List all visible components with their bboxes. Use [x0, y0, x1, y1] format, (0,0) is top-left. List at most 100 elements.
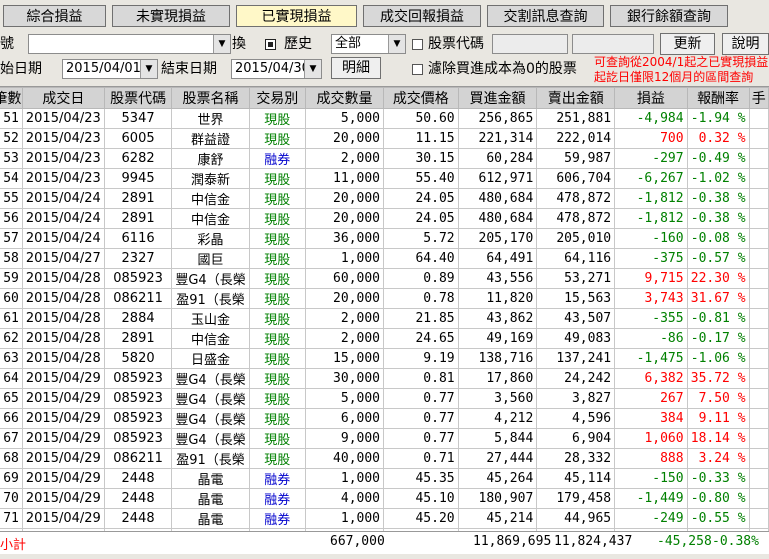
stock-code-input[interactable] [492, 34, 568, 54]
quantity: 15,000 [304, 348, 385, 369]
tab-settlement-query[interactable]: 交割訊息查詢 [487, 5, 604, 27]
col-return-ratio-header[interactable]: 報酬率 [686, 87, 750, 109]
table-row[interactable]: 65 2015/04/29 085923 豐G4（長榮 現股 5,000 0.77 3,560… [0, 388, 769, 409]
table-row[interactable]: 69 2015/04/29 2448 晶電 融券 1,000 45.35 45,264 45,1… [0, 468, 769, 489]
pnl: 888 [614, 448, 688, 469]
refresh-button[interactable]: 更新 [660, 33, 715, 55]
table-row[interactable]: 64 2015/04/29 085923 豐G4（長榮 現股 30,000 0.81 17,8… [0, 368, 769, 389]
chevron-down-icon[interactable]: ▼ [388, 35, 405, 53]
table-row[interactable]: 59 2015/04/28 085923 豐G4（長榮 現股 60,000 0.89 43,5… [0, 268, 769, 289]
quantity: 9,000 [304, 428, 385, 449]
extra-cell [748, 148, 769, 169]
table-row[interactable]: 67 2015/04/29 085923 豐G4（長榮 現股 9,000 0.77 5,844… [0, 428, 769, 449]
table-row[interactable]: 57 2015/04/24 6116 彩晶 現股 36,000 5.72 205,170 205… [0, 228, 769, 249]
trade-date: 2015/04/23 [21, 128, 105, 149]
trade-type: 現股 [248, 288, 306, 309]
tab-unrealized-pnl[interactable]: 未實現損益 [112, 5, 230, 27]
trade-date: 2015/04/23 [21, 168, 105, 189]
stock-code: 2884 [103, 308, 173, 329]
col-extra-header[interactable]: 手 [748, 87, 769, 109]
tab-realized-pnl[interactable]: 已實現損益 [236, 5, 357, 27]
tab-overall-pnl[interactable]: 綜合損益 [3, 5, 106, 27]
detail-button[interactable]: 明細 [331, 57, 381, 79]
pnl: -355 [614, 308, 688, 329]
table-row[interactable]: 71 2015/04/29 2448 晶電 融券 1,000 45.20 45,214 44,9… [0, 508, 769, 529]
price: 24.05 [383, 208, 459, 229]
table-row[interactable]: 54 2015/04/23 9945 潤泰新 現股 11,000 55.40 612,971 6… [0, 168, 769, 189]
extra-cell [748, 128, 769, 149]
table-row[interactable]: 68 2015/04/29 086211 盈91（長榮 現股 40,000 0.71 27,4… [0, 448, 769, 469]
quantity: 36,000 [304, 228, 385, 249]
filter-zero-cost-checkbox[interactable] [412, 64, 423, 75]
table-row[interactable]: 52 2015/04/23 6005 群益證 現股 20,000 11.15 221,314 2… [0, 128, 769, 149]
stock-code: 2891 [103, 328, 173, 349]
stock-name: 豐G4（長榮 [171, 428, 250, 449]
table-row[interactable]: 56 2015/04/24 2891 中信金 現股 20,000 24.05 480,684 4… [0, 208, 769, 229]
tab-trade-report-pnl[interactable]: 成交回報損益 [363, 5, 481, 27]
trade-date: 2015/04/29 [21, 488, 105, 509]
table-row[interactable]: 70 2015/04/29 2448 晶電 融券 4,000 45.10 180,907 179… [0, 488, 769, 509]
table-row[interactable]: 62 2015/04/28 2891 中信金 現股 2,000 24.65 49,169 49,… [0, 328, 769, 349]
help-button[interactable]: 說明 [722, 33, 769, 55]
trade-date: 2015/04/29 [21, 468, 105, 489]
buy-amount: 612,971 [457, 168, 538, 189]
col-sell-amount-header[interactable]: 賣出金額 [536, 87, 616, 109]
table-row[interactable]: 63 2015/04/28 5820 日盛金 現股 15,000 9.19 138,716 13… [0, 348, 769, 369]
return-ratio: -0.38 % [686, 188, 750, 209]
history-checkbox[interactable] [265, 39, 276, 50]
col-trade-type-header[interactable]: 交易別 [248, 87, 306, 109]
extra-cell [748, 248, 769, 269]
price: 21.85 [383, 308, 459, 329]
table-row[interactable]: 53 2015/04/23 6282 康舒 融券 2,000 30.15 60,284 59,9… [0, 148, 769, 169]
col-trade-date-header[interactable]: 成交日 [21, 87, 105, 109]
return-ratio: -0.80 % [686, 488, 750, 509]
table-row[interactable]: 66 2015/04/29 085923 豐G4（長榮 現股 6,000 0.77 4,212… [0, 408, 769, 429]
table-row[interactable]: 60 2015/04/28 086211 盈91（長榮 現股 20,000 0.78 11,8… [0, 288, 769, 309]
buy-amount: 205,170 [457, 228, 538, 249]
stock-name: 中信金 [171, 328, 250, 349]
chevron-down-icon[interactable]: ▼ [213, 35, 230, 53]
table-row[interactable]: 61 2015/04/28 2884 玉山金 現股 2,000 21.85 43,862 43,… [0, 308, 769, 329]
range-select[interactable]: 全部 ▼ [331, 34, 406, 54]
quantity: 2,000 [304, 148, 385, 169]
pnl: 3,743 [614, 288, 688, 309]
end-date-picker[interactable]: 2015/04/30 ▼ [231, 59, 322, 79]
row-index: 68 [0, 448, 23, 469]
pnl: -86 [614, 328, 688, 349]
trade-type: 現股 [248, 348, 306, 369]
sell-amount: 3,827 [536, 388, 616, 409]
chevron-down-icon[interactable]: ▼ [304, 60, 321, 78]
col-quantity-header[interactable]: 成交數量 [304, 87, 385, 109]
col-buy-amount-header[interactable]: 買進金額 [457, 87, 538, 109]
col-pnl-header[interactable]: 損益 [614, 87, 688, 109]
stock-code: 6116 [103, 228, 173, 249]
trade-date: 2015/04/24 [21, 208, 105, 229]
buy-amount: 45,214 [457, 508, 538, 529]
start-date-picker[interactable]: 2015/04/01 ▼ [62, 59, 158, 79]
extra-cell [748, 508, 769, 529]
col-price-header[interactable]: 成交價格 [383, 87, 459, 109]
account-select[interactable]: ▼ [28, 34, 231, 54]
return-ratio: -0.08 % [686, 228, 750, 249]
extra-cell [748, 468, 769, 489]
extra-cell [748, 228, 769, 249]
subtotal-row: 小計 667,000 11,869,695 11,824,437 -45,258… [0, 531, 769, 554]
row-index: 70 [0, 488, 23, 509]
sell-amount: 251,881 [536, 108, 616, 129]
chevron-down-icon[interactable]: ▼ [140, 60, 157, 78]
col-stock-name-header[interactable]: 股票名稱 [171, 87, 250, 109]
table-row[interactable]: 55 2015/04/24 2891 中信金 現股 20,000 24.05 480,684 4… [0, 188, 769, 209]
quantity: 1,000 [304, 248, 385, 269]
swap-button[interactable]: 換 [232, 34, 246, 54]
col-stock-code-header[interactable]: 股票代碼 [103, 87, 173, 109]
col-index-header[interactable]: 筆數 [0, 87, 23, 109]
table-row[interactable]: 51 2015/04/23 5347 世界 現股 5,000 50.60 256,865 251… [0, 108, 769, 129]
tab-bank-balance[interactable]: 銀行餘額查詢 [610, 5, 728, 27]
stock-code-checkbox[interactable] [412, 39, 423, 50]
stock-name: 豐G4（長榮 [171, 268, 250, 289]
table-row[interactable]: 58 2015/04/27 2327 國巨 現股 1,000 64.40 64,491 64,1… [0, 248, 769, 269]
price: 45.10 [383, 488, 459, 509]
price: 45.20 [383, 508, 459, 529]
stock-name: 豐G4（長榮 [171, 408, 250, 429]
buy-amount: 49,169 [457, 328, 538, 349]
